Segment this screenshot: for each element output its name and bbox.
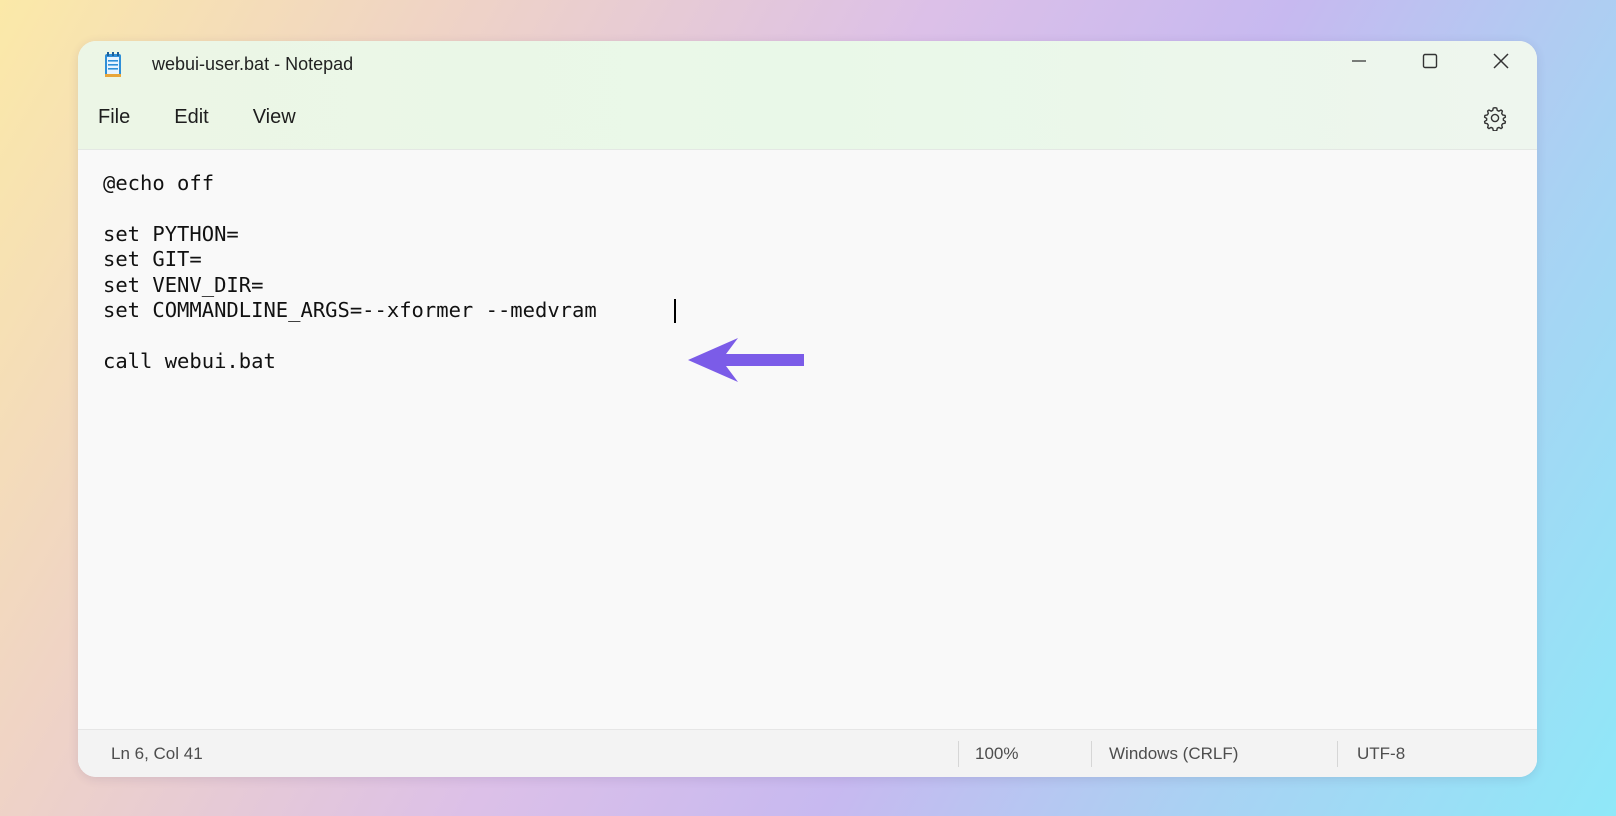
arrow-left-icon (686, 336, 806, 384)
editor-line-3: set PYTHON= (103, 222, 239, 246)
menu-file[interactable]: File (88, 102, 140, 133)
title-bar: webui-user.bat - Notepad File Edit View (78, 41, 1537, 150)
text-caret (674, 299, 676, 323)
notepad-icon (104, 51, 122, 77)
cursor-position: Ln 6, Col 41 (111, 744, 203, 763)
zoom-level[interactable]: 100% (975, 744, 1018, 764)
editor-line-8: call webui.bat (103, 349, 276, 373)
editor-line-5: set VENV_DIR= (103, 273, 264, 297)
minimize-icon (1351, 53, 1367, 74)
editor-line-1: @echo off (103, 171, 215, 195)
status-divider (1091, 741, 1092, 767)
menu-edit[interactable]: Edit (164, 102, 218, 133)
close-icon (1492, 52, 1510, 75)
editor-line-4: set GIT= (103, 247, 202, 271)
close-button[interactable] (1466, 41, 1536, 85)
status-bar: Ln 6, Col 41 100% Windows (CRLF) UTF-8 (78, 729, 1537, 777)
maximize-icon (1422, 53, 1438, 74)
status-divider (958, 741, 959, 767)
menu-bar: File Edit View (78, 97, 320, 137)
status-divider (1337, 741, 1338, 767)
line-ending[interactable]: Windows (CRLF) (1109, 744, 1238, 764)
minimize-button[interactable] (1324, 41, 1394, 85)
editor-line-6: set COMMANDLINE_ARGS=--xformer --medvram (103, 298, 597, 322)
text-editor[interactable]: @echo off set PYTHON= set GIT= set VENV_… (78, 150, 1537, 770)
window-title: webui-user.bat - Notepad (152, 54, 354, 74)
gear-icon[interactable] (1482, 105, 1508, 132)
menu-view[interactable]: View (243, 102, 306, 133)
encoding[interactable]: UTF-8 (1357, 744, 1405, 764)
maximize-button[interactable] (1395, 41, 1465, 85)
notepad-window: webui-user.bat - Notepad File Edit View (78, 41, 1537, 777)
